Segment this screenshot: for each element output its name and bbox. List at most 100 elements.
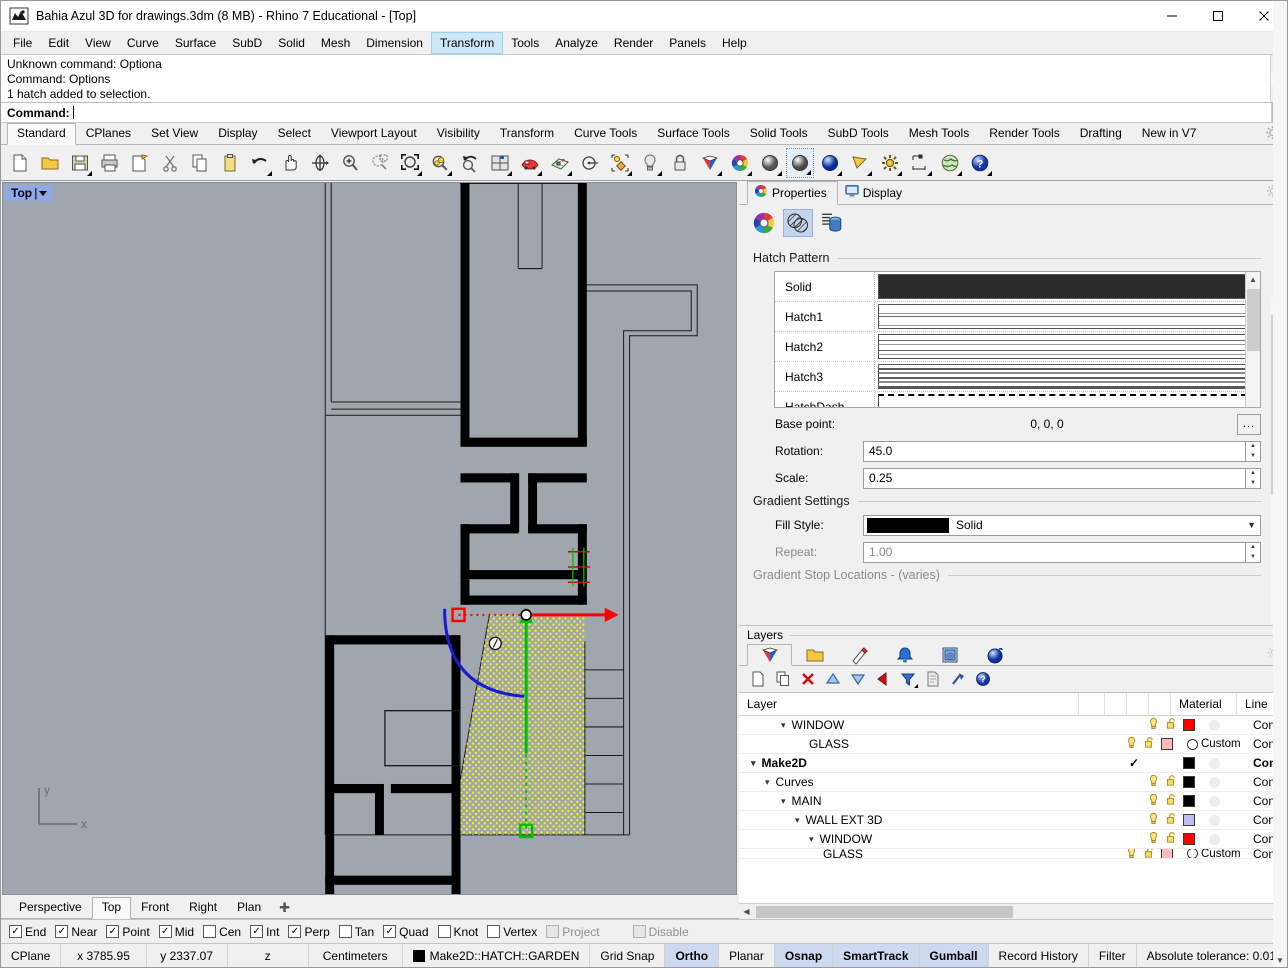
hatch-preview-solid[interactable] (875, 272, 1260, 302)
menu-analyze[interactable]: Analyze (547, 32, 606, 54)
table-row[interactable]: GLASS Custom Con (739, 849, 1287, 859)
flyout-arrow-icon[interactable] (447, 171, 452, 176)
status-toggle-filter[interactable]: Filter (1089, 944, 1137, 967)
osnap-perp[interactable]: ✓Perp (288, 925, 329, 939)
menu-solid[interactable]: Solid (270, 32, 313, 54)
checkbox-icon[interactable]: ✓ (9, 925, 22, 938)
rotation-stepper[interactable]: ▲ ▼ (1246, 441, 1261, 462)
rotate-view-icon[interactable] (306, 148, 334, 178)
menu-help[interactable]: Help (714, 32, 755, 54)
menu-subd[interactable]: SubD (224, 32, 270, 54)
viewport-tab-top[interactable]: Top (92, 897, 131, 919)
layer-properties-icon[interactable] (922, 668, 944, 690)
material-dot-icon[interactable] (1209, 834, 1220, 845)
checkbox-icon[interactable]: ✓ (159, 925, 172, 938)
toolbar-tab-transform[interactable]: Transform (490, 123, 564, 144)
environment-tab-icon[interactable] (972, 643, 1017, 665)
toolbar-tab-select[interactable]: Select (268, 123, 321, 144)
layer-tools-icon[interactable] (947, 668, 969, 690)
layers-tab-icon[interactable] (747, 644, 792, 666)
column-header-layer[interactable]: Layer (739, 693, 1079, 715)
layer-help-icon[interactable]: ? (972, 668, 994, 690)
checkbox-icon[interactable] (203, 925, 216, 938)
material-dot-icon[interactable] (1209, 815, 1220, 826)
paste-icon[interactable] (216, 148, 244, 178)
unlock-icon[interactable] (1143, 849, 1156, 859)
status-toggle-planar[interactable]: Planar (719, 944, 775, 967)
toolbar-tab-surface-tools[interactable]: Surface Tools (647, 123, 740, 144)
hatch-preview-hatch1[interactable] (875, 302, 1260, 332)
menu-view[interactable]: View (77, 32, 119, 54)
toolbar-tab-cplanes[interactable]: CPlanes (76, 123, 141, 144)
flyout-arrow-icon[interactable] (537, 171, 542, 176)
status-toggle-record-history[interactable]: Record History (989, 944, 1089, 967)
material-dot-icon[interactable] (1209, 720, 1220, 731)
menu-surface[interactable]: Surface (167, 32, 224, 54)
filter-layers-icon[interactable] (897, 668, 919, 690)
list-item[interactable]: Hatch1 (775, 302, 874, 332)
named-view-tab-icon[interactable]: ◎ (927, 643, 972, 665)
hatch-list-scrollbar[interactable]: ▲ (1245, 272, 1260, 407)
folder-tab-icon[interactable] (792, 643, 837, 665)
viewport-tab-plan[interactable]: Plan (227, 897, 271, 918)
layer-color-swatch[interactable] (1183, 833, 1195, 845)
checkbox-icon[interactable] (546, 925, 559, 938)
menu-mesh[interactable]: Mesh (313, 32, 358, 54)
viewport-layout-icon[interactable] (486, 148, 514, 178)
flyout-arrow-icon[interactable] (897, 171, 902, 176)
material-dot-icon[interactable] (1209, 796, 1220, 807)
toolbar-tab-display[interactable]: Display (208, 123, 267, 144)
status-current-layer[interactable]: Make2D::HATCH::GARDEN (403, 944, 591, 967)
material-dot-icon[interactable] (1209, 758, 1220, 769)
unlock-icon[interactable] (1165, 831, 1178, 847)
cut-icon[interactable] (156, 148, 184, 178)
menu-panels[interactable]: Panels (661, 32, 714, 54)
save-file-icon[interactable] (66, 148, 94, 178)
toolbar-tab-drafting[interactable]: Drafting (1070, 123, 1132, 144)
chevron-down-icon[interactable]: ▾ (751, 758, 756, 769)
list-item[interactable]: Solid (775, 272, 874, 302)
minimize-button[interactable] (1149, 1, 1195, 32)
repeat-input[interactable]: 1.00 (863, 542, 1246, 563)
layer-color-swatch[interactable] (1161, 738, 1173, 750)
flyout-arrow-icon[interactable] (747, 171, 752, 176)
table-row[interactable]: ▾WALL EXT 3D Con (739, 811, 1287, 830)
layer-color-swatch[interactable] (1183, 776, 1195, 788)
hatch-properties-icon[interactable] (783, 209, 813, 237)
material-properties-icon[interactable] (817, 209, 847, 237)
osnap-project[interactable]: Project (546, 925, 599, 939)
unlock-icon[interactable] (1165, 717, 1178, 733)
scroll-thumb[interactable] (1247, 289, 1260, 351)
layer-color-swatch[interactable] (1183, 757, 1195, 769)
menu-edit[interactable]: Edit (40, 32, 77, 54)
render-icon[interactable] (816, 148, 844, 178)
hatch-pattern-list[interactable]: Solid Hatch1 Hatch2 Hatch3 HatchDash (774, 271, 1261, 408)
stepper-up-icon[interactable]: ▲ (1246, 442, 1260, 452)
layer-color-swatch[interactable] (413, 950, 425, 962)
unlock-icon[interactable] (1165, 793, 1178, 809)
lightbulb-icon[interactable] (1147, 717, 1160, 733)
status-toggle-grid-snap[interactable]: Grid Snap (590, 944, 665, 967)
options-gear-icon[interactable] (876, 148, 904, 178)
lightbulb-icon[interactable] (1147, 831, 1160, 847)
material-dot-icon[interactable] (1187, 739, 1198, 750)
set-cplane-icon[interactable] (576, 148, 604, 178)
osnap-quad[interactable]: ✓Quad (383, 925, 428, 939)
color-wheel-icon[interactable] (726, 148, 754, 178)
layer-color-swatch[interactable] (1183, 719, 1195, 731)
status-cplane[interactable]: CPlane (1, 944, 61, 967)
lock-icon[interactable] (666, 148, 694, 178)
zoom-extents-all-icon[interactable] (426, 148, 454, 178)
toolbar-tab-curve-tools[interactable]: Curve Tools (564, 123, 647, 144)
lightbulb-icon[interactable] (1125, 849, 1138, 859)
checkbox-icon[interactable]: ✓ (383, 925, 396, 938)
scale-stepper[interactable]: ▲ ▼ (1246, 468, 1261, 489)
table-row[interactable]: ▾MAIN Con (739, 792, 1287, 811)
flyout-arrow-icon[interactable] (914, 684, 918, 688)
menu-file[interactable]: File (5, 32, 40, 54)
checkbox-icon[interactable] (339, 925, 352, 938)
named-view-icon[interactable] (516, 148, 544, 178)
earth-icon[interactable] (936, 148, 964, 178)
checkbox-icon[interactable]: ✓ (106, 925, 119, 938)
column-header-current[interactable] (1079, 693, 1105, 715)
